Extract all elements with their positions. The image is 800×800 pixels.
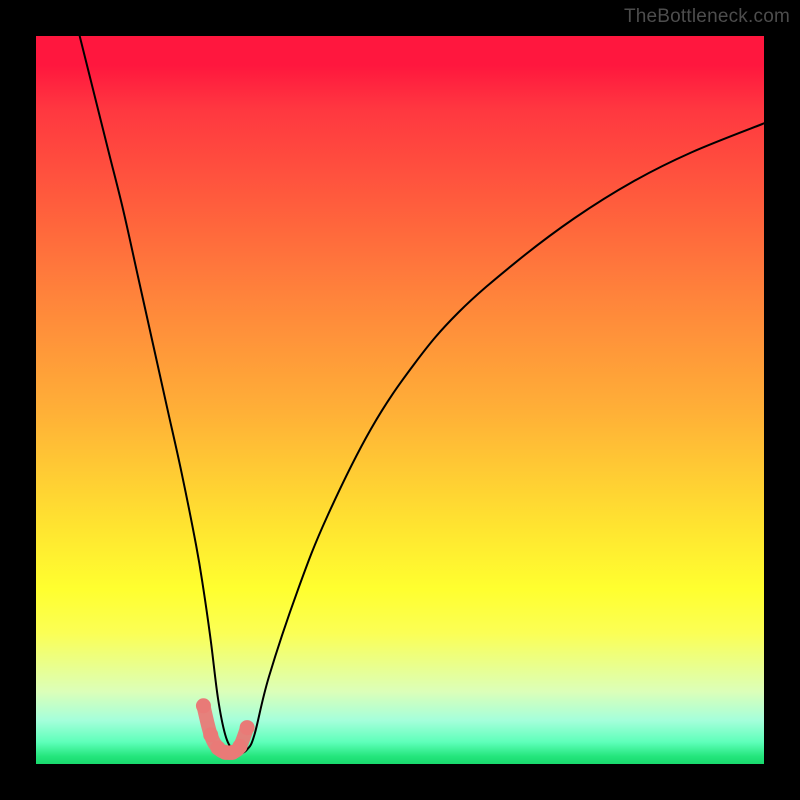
highlight-dot — [232, 739, 247, 754]
bottleneck-curve — [80, 36, 764, 753]
highlight-dot — [203, 727, 218, 742]
curve-overlay — [36, 36, 764, 764]
highlight-dot — [240, 720, 255, 735]
watermark-text: TheBottleneck.com — [624, 6, 790, 28]
chart-frame: TheBottleneck.com — [0, 0, 800, 800]
plot-area — [36, 36, 764, 764]
highlight-dot — [196, 698, 211, 713]
